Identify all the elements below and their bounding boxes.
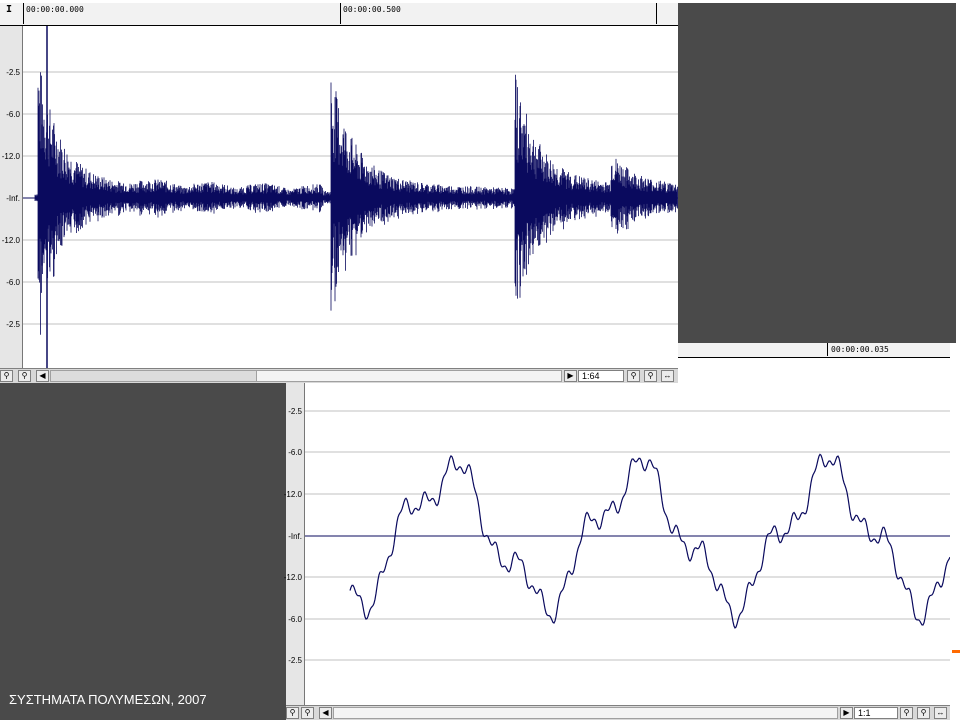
footer-caption: ΣΥΣΤΗΜΑΤΑ ΠΟΛΥΜΕΣΩΝ, 2007	[9, 692, 207, 707]
top-time-mid: 00:00:00.500	[343, 5, 401, 14]
zoom-selection-icon[interactable]: ⚲	[917, 707, 930, 719]
top-waveform-editor: I 00:00:00.000 00:00:00.500 -2.5 -6.0 -1…	[0, 3, 678, 383]
zoom-out-icon[interactable]: ⚲	[18, 370, 31, 382]
scroll-left-icon[interactable]: ◀	[36, 370, 49, 382]
zoom-full-icon[interactable]: ⚲	[627, 370, 640, 382]
top-horizontal-scrollbar[interactable]	[50, 370, 562, 382]
top-waveform-display[interactable]	[23, 26, 678, 368]
bottom-horizontal-scrollbar[interactable]	[333, 707, 838, 719]
bottom-waveform-trace	[349, 453, 950, 629]
zoom-in-icon[interactable]: ⚲	[286, 707, 299, 719]
bottom-waveform-display[interactable]	[305, 358, 950, 705]
desktop-background-right	[678, 3, 956, 343]
top-scale-label: -6.0	[6, 110, 20, 119]
top-scale-label: -2.5	[6, 68, 20, 77]
top-time-start: 00:00:00.000	[26, 5, 84, 14]
text-cursor-icon: I	[6, 4, 13, 15]
top-zoom-ratio[interactable]: 1:64	[578, 370, 624, 382]
bottom-scale-label: -12.0	[283, 573, 302, 582]
bottom-scale-label: -6.0	[288, 448, 302, 457]
bottom-scale-label: -2.5	[288, 407, 302, 416]
bottom-scale-label: -12.0	[283, 490, 302, 499]
top-scale-label: -Inf.	[6, 194, 20, 203]
scroll-left-icon[interactable]: ◀	[319, 707, 332, 719]
zoom-selection-icon[interactable]: ⚲	[644, 370, 657, 382]
bottom-waveform-editor: 00:00:00.035 -2.5 -6.0 -12.0 -Inf. -12.0…	[283, 343, 950, 720]
bottom-zoom-ratio[interactable]: 1:1	[854, 707, 898, 719]
top-scale-label: -2.5	[6, 320, 20, 329]
top-scale-label: -12.0	[1, 236, 20, 245]
window-edge-marker	[952, 650, 960, 653]
expand-icon[interactable]: ↔	[934, 707, 947, 719]
expand-icon[interactable]: ↔	[661, 370, 674, 382]
bottom-scale-label: -Inf.	[288, 532, 302, 541]
top-scale-label: -12.0	[1, 152, 20, 161]
top-amplitude-scale: -2.5 -6.0 -12.0 -Inf. -12.0 -6.0 -2.5	[0, 26, 23, 368]
zoom-out-icon[interactable]: ⚲	[301, 707, 314, 719]
top-scale-label: -6.0	[6, 278, 20, 287]
bottom-scale-label: -6.0	[288, 615, 302, 624]
scroll-right-icon[interactable]: ▶	[840, 707, 853, 719]
bottom-editor-toolbar: ⚲ ⚲ ◀ ▶ 1:1 ⚲ ⚲ ↔	[286, 705, 950, 720]
top-waveform-trace	[34, 72, 678, 335]
top-timeline-ruler[interactable]: I 00:00:00.000 00:00:00.500	[0, 3, 678, 26]
zoom-full-icon[interactable]: ⚲	[900, 707, 913, 719]
scroll-right-icon[interactable]: ▶	[564, 370, 577, 382]
zoom-in-icon[interactable]: ⚲	[0, 370, 13, 382]
top-editor-toolbar: ⚲ ⚲ ◀ ▶ 1:64 ⚲ ⚲ ↔	[0, 368, 678, 383]
top-scrollbar-thumb[interactable]	[51, 371, 257, 381]
bottom-scale-label: -2.5	[288, 656, 302, 665]
bottom-amplitude-scale: -2.5 -6.0 -12.0 -Inf. -12.0 -6.0 -2.5	[283, 358, 305, 705]
bottom-time-mark: 00:00:00.035	[831, 345, 889, 354]
desktop-background-left	[0, 383, 286, 720]
